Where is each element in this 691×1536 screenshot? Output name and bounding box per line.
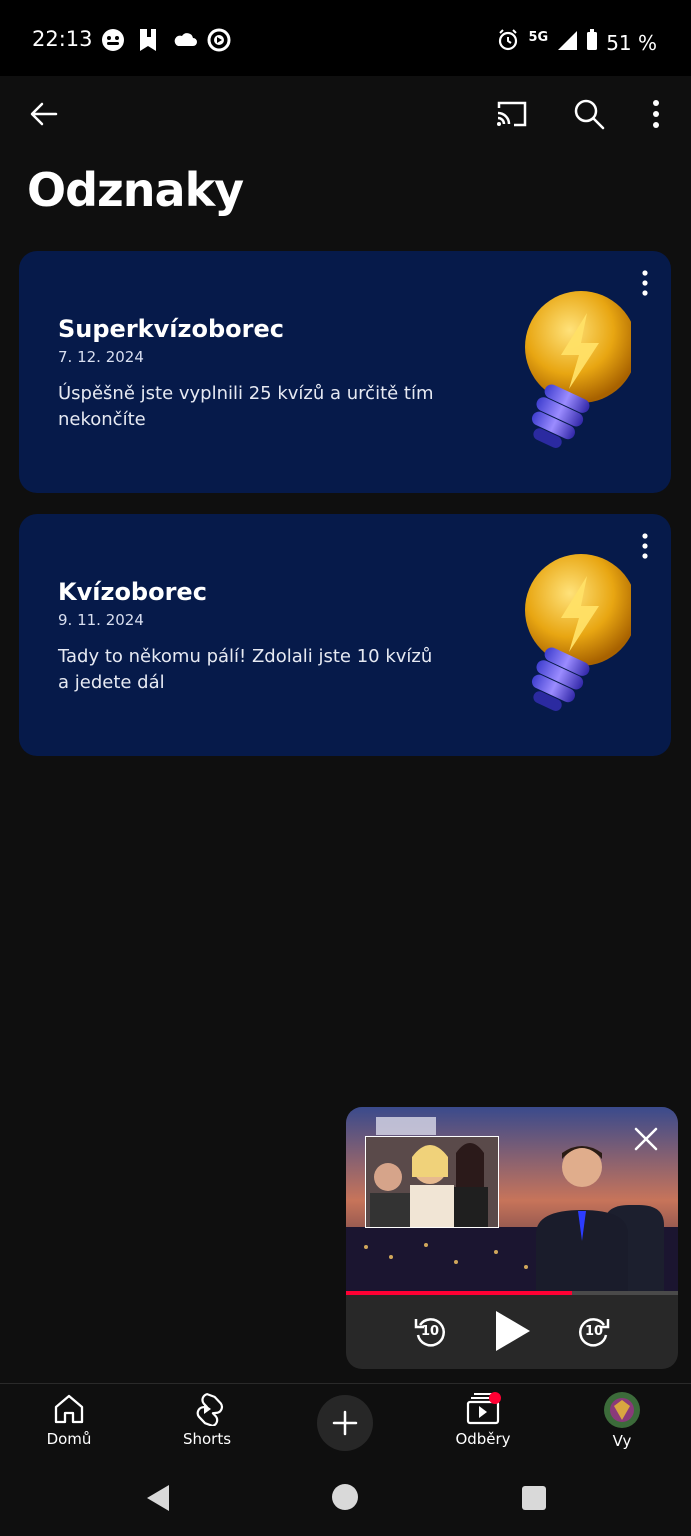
rewind-label: 10 [420, 1324, 440, 1339]
alarm-icon [496, 28, 520, 57]
system-recents-button[interactable] [521, 1485, 547, 1515]
nav-you[interactable]: Vy [572, 1392, 672, 1450]
system-back-button[interactable] [143, 1483, 171, 1517]
nav-you-label: Vy [612, 1432, 632, 1450]
cloud-icon [172, 28, 197, 52]
badge-menu-button[interactable] [627, 526, 663, 566]
system-home-button[interactable] [331, 1483, 359, 1515]
notification-dot [489, 1392, 501, 1404]
nav-subscriptions[interactable]: Odběry [433, 1392, 533, 1448]
home-icon [54, 1394, 84, 1424]
nav-subscriptions-label: Odběry [455, 1430, 511, 1448]
bookmark-icon [138, 28, 162, 52]
badge-date: 7. 12. 2024 [58, 348, 144, 366]
more-vertical-icon [642, 533, 648, 559]
badge-menu-button[interactable] [627, 263, 663, 303]
back-button[interactable] [20, 90, 68, 138]
status-bar: 22:13 5G 51 % [0, 0, 691, 76]
forward-label: 10 [584, 1324, 604, 1339]
nav-home-label: Domů [46, 1430, 92, 1448]
lightbulb-badge-icon [501, 548, 637, 718]
nav-home[interactable]: Domů [19, 1392, 119, 1448]
badge-description: Tady to někomu pálí! Zdolali jste 10 kví… [58, 646, 433, 693]
face-icon [101, 28, 125, 52]
search-button[interactable] [565, 90, 613, 138]
search-icon [574, 99, 605, 130]
mini-player-progress-fill [346, 1291, 572, 1295]
more-options-button[interactable] [632, 90, 680, 138]
nav-shorts-label: Shorts [182, 1430, 232, 1448]
badge-card[interactable]: Superkvízoborec 7. 12. 2024 Úspěšně jste… [19, 251, 671, 493]
arrow-left-icon [30, 102, 58, 126]
circle-home-icon [332, 1484, 358, 1510]
square-recents-icon [522, 1486, 546, 1510]
cast-button[interactable] [488, 90, 536, 138]
rewind-button[interactable]: 10 [412, 1315, 448, 1351]
battery-icon [586, 29, 598, 56]
subscriptions-icon [466, 1392, 501, 1425]
mini-player-progress[interactable] [346, 1291, 678, 1295]
nav-shorts[interactable]: Shorts [157, 1392, 257, 1448]
more-vertical-icon [642, 270, 648, 296]
shorts-icon [196, 1393, 224, 1426]
status-time: 22:13 [32, 27, 93, 51]
lightbulb-badge-icon [501, 285, 637, 455]
network-type: 5G [528, 30, 549, 45]
forward-button[interactable]: 10 [576, 1315, 612, 1351]
badge-title: Superkvízoborec [58, 315, 284, 343]
signal-icon [556, 29, 578, 56]
bottom-nav: Domů Shorts Odběry Vy [0, 1383, 691, 1466]
status-right: 5G 51 % [496, 28, 657, 57]
play-icon [496, 1311, 530, 1351]
mini-player-controls: 10 10 [346, 1297, 678, 1369]
avatar [604, 1392, 640, 1428]
create-button[interactable] [317, 1395, 373, 1451]
badge-date: 9. 11. 2024 [58, 611, 144, 629]
badge-card[interactable]: Kvízoborec 9. 11. 2024 Tady to někomu pá… [19, 514, 671, 756]
badge-title: Kvízoborec [58, 578, 207, 606]
play-circle-icon [207, 28, 231, 52]
app-bar [0, 76, 691, 152]
triangle-back-icon [147, 1485, 169, 1511]
page-title: Odznaky [27, 163, 244, 217]
mini-player-video[interactable] [346, 1107, 678, 1295]
mini-player[interactable]: 10 10 [346, 1107, 678, 1369]
play-button[interactable] [492, 1309, 532, 1357]
more-vertical-icon [653, 100, 659, 128]
plus-icon [332, 1410, 358, 1436]
cast-icon [497, 101, 527, 127]
badge-description: Úspěšně jste vyplnili 25 kvízů a určitě … [58, 383, 434, 430]
battery-level: 51 % [606, 30, 657, 55]
system-nav-bar [0, 1465, 691, 1536]
